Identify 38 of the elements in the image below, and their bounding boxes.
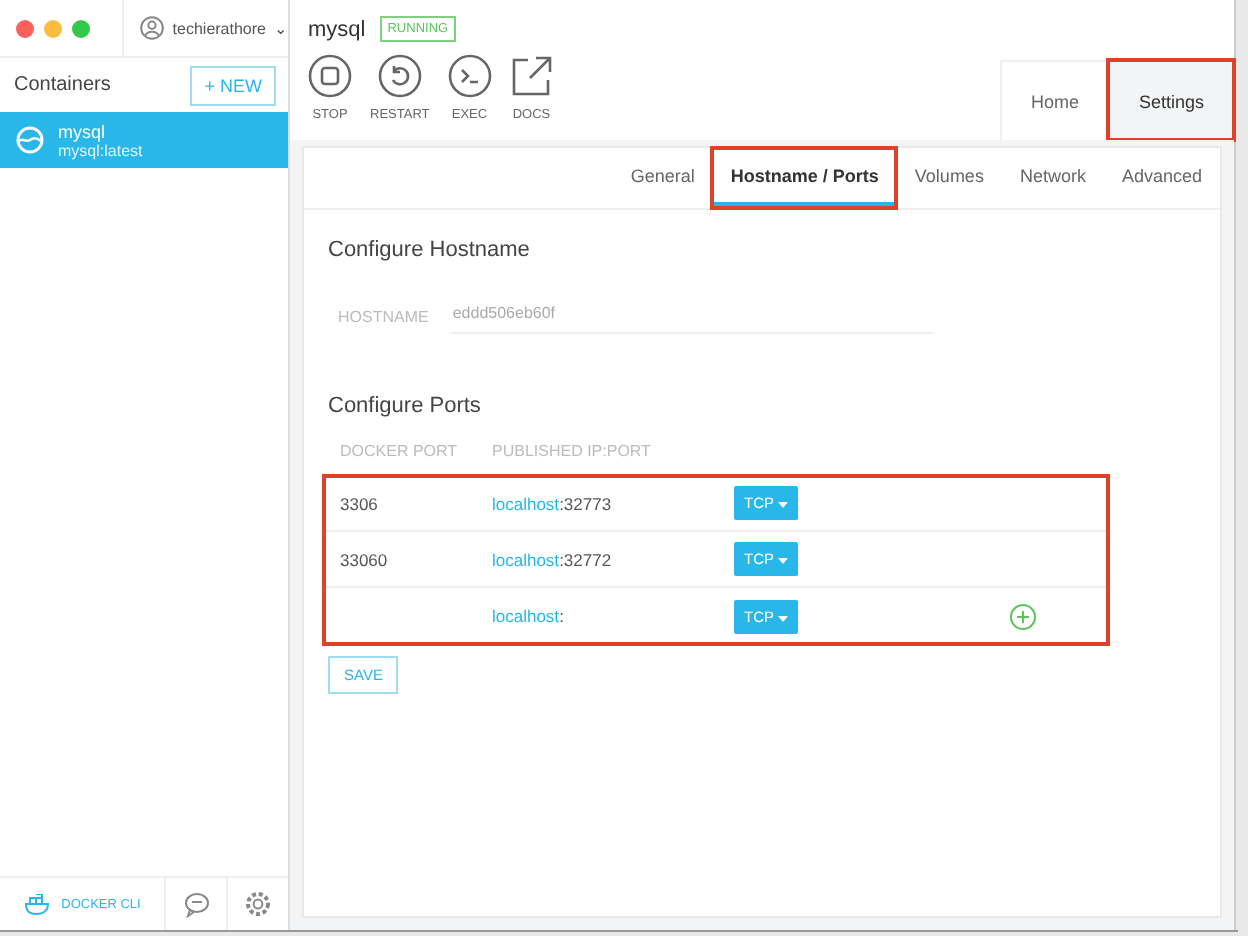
container-image: mysql:latest — [58, 141, 143, 159]
main-tab[interactable]: Settings — [1108, 60, 1234, 140]
external-link-icon — [509, 54, 554, 98]
sidebar-title: Containers — [14, 74, 111, 96]
section-tab[interactable]: General — [612, 148, 713, 208]
docker-port: 3306 — [340, 493, 380, 513]
restart-icon — [377, 54, 422, 98]
stop-icon — [308, 54, 352, 98]
section-tab[interactable]: Advanced — [1103, 148, 1220, 208]
add-icon[interactable] — [1009, 603, 1036, 629]
section-tab[interactable]: Volumes — [896, 148, 1002, 208]
caret-icon[interactable]: ⌄ — [274, 19, 288, 37]
close-light[interactable] — [16, 19, 34, 37]
column-header: DOCKER PORT — [340, 442, 460, 460]
section-title: Configure Hostname — [328, 238, 532, 262]
user-avatar-icon — [140, 16, 165, 40]
field-label: HOSTNAME — [338, 307, 429, 325]
column-header: PUBLISHED IP:PORT — [492, 442, 651, 460]
container-icon — [16, 126, 44, 154]
caret-icon — [777, 615, 788, 621]
section-tab[interactable]: Network — [1001, 148, 1104, 208]
terminal-icon — [447, 54, 492, 98]
caret-icon — [777, 502, 788, 508]
minimize-light[interactable] — [44, 19, 62, 37]
section-title: Configure Ports — [328, 394, 483, 418]
chat-bubble-icon[interactable] — [183, 891, 209, 917]
section-tab[interactable]: Hostname / Ports — [712, 148, 897, 208]
published-port: localhost: — [492, 606, 566, 626]
container-name: mysql — [58, 121, 106, 141]
docker-port: 33060 — [340, 549, 390, 569]
zoom-light[interactable] — [72, 19, 90, 37]
container-title: mysql — [308, 17, 366, 41]
settings-icon[interactable] — [244, 890, 272, 918]
published-port: localhost:32772 — [492, 549, 614, 569]
caret-icon — [777, 558, 788, 564]
username[interactable]: techierathore — [172, 19, 266, 37]
main-tab[interactable]: Home — [1000, 60, 1109, 140]
published-port: localhost:32773 — [492, 493, 614, 513]
